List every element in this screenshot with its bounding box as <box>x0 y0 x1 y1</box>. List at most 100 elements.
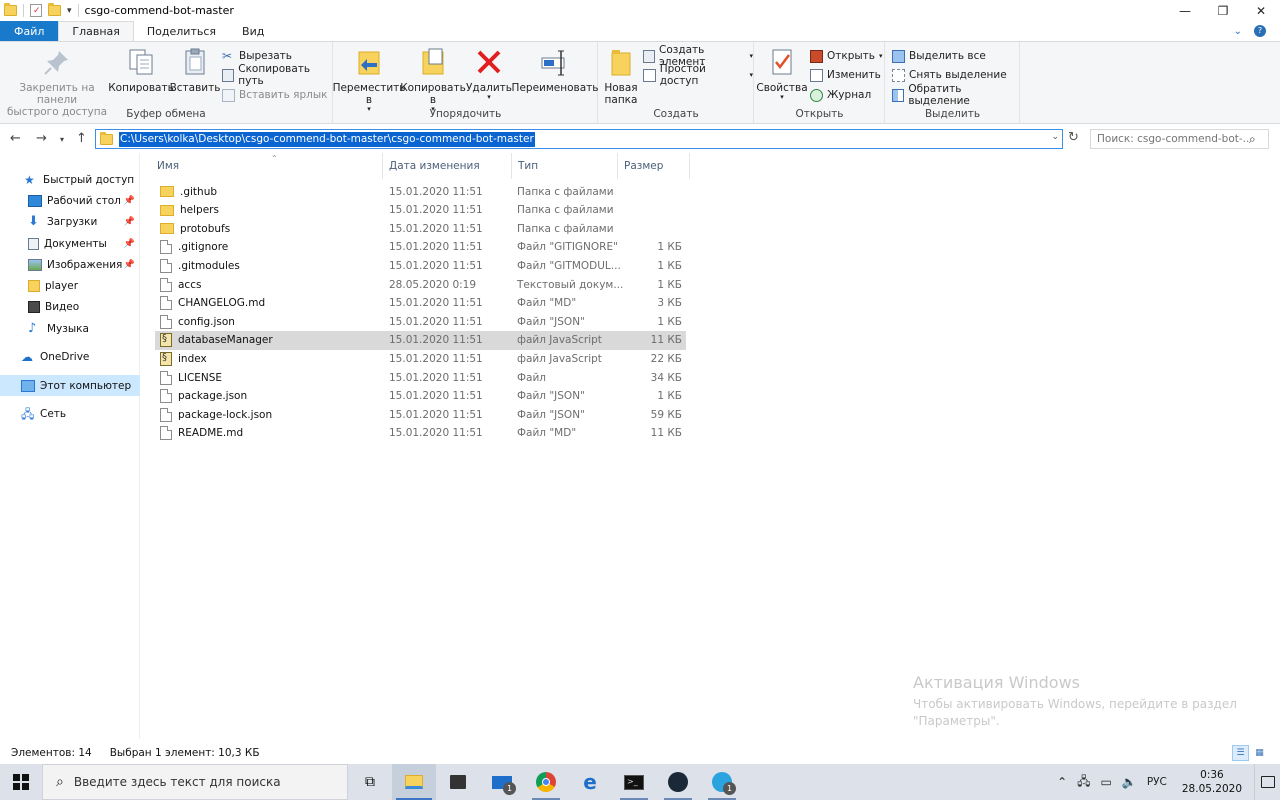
edit-button[interactable]: Изменить <box>810 66 881 84</box>
telegram-taskbar-icon[interactable]: 1 <box>700 764 744 800</box>
recent-locations-icon[interactable]: ▾ <box>60 135 64 144</box>
nav-item-player[interactable]: player <box>0 275 140 296</box>
large-icons-view-icon[interactable]: ▦ <box>1251 745 1268 761</box>
nav-item-desktop[interactable]: Рабочий стол 📌 <box>0 190 140 211</box>
select-none-button[interactable]: Снять выделение <box>892 66 1007 84</box>
history-button[interactable]: Журнал <box>810 86 871 104</box>
pin-icon[interactable]: 📌 <box>124 217 135 227</box>
address-bar[interactable]: C:\Users\kolka\Desktop\csgo-commend-bot-… <box>95 129 1063 149</box>
task-view-icon[interactable]: ⧉ <box>348 764 392 800</box>
search-input[interactable] <box>1091 133 1249 145</box>
file-row[interactable]: README.md 15.01.2020 11:51 Файл "MD" 11 КБ <box>155 424 686 443</box>
file-row[interactable]: .gitignore 15.01.2020 11:51 Файл "GITIGNOR… <box>155 238 686 257</box>
easy-access-button[interactable]: Простой доступ ▾ <box>643 63 753 87</box>
pin-icon[interactable]: 📌 <box>124 196 135 206</box>
up-arrow-icon[interactable]: ↑ <box>76 131 87 146</box>
customize-toolbar-icon[interactable]: ▾ <box>67 6 72 16</box>
back-arrow-icon[interactable]: ← <box>10 131 21 146</box>
file-row[interactable]: .gitmodules 15.01.2020 11:51 Файл "GITMODU… <box>155 256 686 275</box>
file-name: databaseManager <box>178 334 273 347</box>
chevron-down-icon[interactable]: ⌄ <box>1051 132 1059 142</box>
tab-view[interactable]: Вид <box>229 21 277 41</box>
file-row[interactable]: helpers 15.01.2020 11:51 Папка с файлами <box>155 201 686 220</box>
file-date: 28.05.2020 0:19 <box>389 278 477 291</box>
notification-center-icon[interactable] <box>1254 764 1280 800</box>
file-row[interactable]: .github 15.01.2020 11:51 Папка с файлами <box>155 182 686 201</box>
delete-dropdown-icon: ▾ <box>487 93 491 101</box>
start-button[interactable] <box>0 764 42 800</box>
copy-path-button[interactable]: Скопировать путь <box>222 63 332 87</box>
file-explorer-taskbar-icon[interactable] <box>392 764 436 800</box>
taskbar-search[interactable]: ⌕ Введите здесь текст для поиска <box>42 764 348 800</box>
nav-item-pictures[interactable]: Изображения 📌 <box>0 254 140 275</box>
file-row[interactable]: protobufs 15.01.2020 11:51 Папка с файлами <box>155 219 686 238</box>
new-folder-quick-icon[interactable] <box>48 3 61 16</box>
show-hidden-icons-icon[interactable]: ⌃ <box>1057 775 1067 789</box>
nav-item-this-pc[interactable]: Этот компьютер <box>0 375 140 396</box>
tab-share[interactable]: Поделиться <box>134 21 229 41</box>
move-to-button[interactable]: Переместить в ▾ <box>333 46 405 113</box>
paste-shortcut-button[interactable]: Вставить ярлык <box>222 86 328 104</box>
close-button[interactable]: ✕ <box>1242 0 1280 21</box>
clock[interactable]: 0:36 28.05.2020 <box>1182 768 1242 796</box>
copy-to-button[interactable]: Копировать в ▾ <box>400 46 466 113</box>
nav-item-videos[interactable]: Видео <box>0 296 140 317</box>
file-row[interactable]: CHANGELOG.md 15.01.2020 11:51 Файл "MD" 3 К… <box>155 294 686 313</box>
network-tray-icon[interactable]: 🖧 <box>1077 772 1090 793</box>
details-view-icon[interactable]: ☰ <box>1232 745 1249 761</box>
nav-item-onedrive[interactable]: ☁ OneDrive <box>0 346 140 367</box>
invert-selection-button[interactable]: Обратить выделение <box>892 83 1019 107</box>
language-indicator[interactable]: РУС <box>1147 776 1167 788</box>
pin-icon[interactable]: 📌 <box>124 239 135 249</box>
tab-home[interactable]: Главная <box>58 21 134 41</box>
rename-button[interactable]: Переименовать <box>512 46 598 94</box>
store-taskbar-icon[interactable] <box>436 764 480 800</box>
restore-button[interactable]: ❐ <box>1204 0 1242 21</box>
nav-item-music[interactable]: ♪ Музыка <box>0 318 140 339</box>
column-header-type[interactable]: Тип <box>512 153 618 179</box>
new-folder-button[interactable]: Новая папка <box>601 46 641 106</box>
search-box[interactable]: ⌕ <box>1090 129 1269 149</box>
column-header-date[interactable]: Дата изменения <box>383 153 512 179</box>
nav-item-downloads[interactable]: ⬇ Загрузки 📌 <box>0 211 140 232</box>
file-row[interactable]: accs 28.05.2020 0:19 Текстовый докум... 1 К… <box>155 275 686 294</box>
file-row[interactable]: config.json 15.01.2020 11:51 Файл "JSON" 1 … <box>155 312 686 331</box>
forward-arrow-icon[interactable]: → <box>36 131 47 146</box>
properties-button[interactable]: Свойства ▾ <box>756 46 808 101</box>
easy-access-icon <box>643 68 656 82</box>
pin-icon[interactable]: 📌 <box>124 260 135 270</box>
properties-quick-icon[interactable]: ✓ <box>30 4 42 17</box>
edge-taskbar-icon[interactable]: e <box>568 764 612 800</box>
tab-file[interactable]: Файл <box>0 21 59 41</box>
refresh-icon[interactable]: ↻ <box>1065 130 1082 148</box>
delete-button[interactable]: Удалить ▾ <box>464 46 514 101</box>
address-path[interactable]: C:\Users\kolka\Desktop\csgo-commend-bot-… <box>119 131 535 147</box>
volume-icon[interactable]: 🔈 <box>1122 775 1137 789</box>
nav-label: OneDrive <box>40 350 90 363</box>
paste-button[interactable]: Вставить <box>170 46 220 94</box>
column-header-name[interactable]: Имя ⌃ <box>151 153 383 179</box>
help-icon[interactable]: ? <box>1254 25 1266 37</box>
file-row[interactable]: LICENSE 15.01.2020 11:51 Файл 34 КБ <box>155 368 686 387</box>
file-row[interactable]: index 15.01.2020 11:51 файл JavaScript 22 К… <box>155 349 686 368</box>
nav-item-documents[interactable]: Документы 📌 <box>0 233 140 254</box>
display-tray-icon[interactable]: ▭ <box>1101 775 1112 789</box>
file-row[interactable]: package.json 15.01.2020 11:51 Файл "JSON" 1… <box>155 387 686 406</box>
steam-taskbar-icon[interactable] <box>656 764 700 800</box>
terminal-taskbar-icon[interactable]: >_ <box>612 764 656 800</box>
mail-taskbar-icon[interactable]: 1 <box>480 764 524 800</box>
file-row[interactable]: package-lock.json 15.01.2020 11:51 Файл "J… <box>155 405 686 424</box>
nav-label: Документы <box>44 237 107 250</box>
chrome-taskbar-icon[interactable] <box>524 764 568 800</box>
collapse-ribbon-icon[interactable]: ⌄ <box>1234 26 1242 37</box>
file-name: CHANGELOG.md <box>178 297 266 310</box>
file-date: 15.01.2020 11:51 <box>389 222 483 235</box>
nav-item-quick-access[interactable]: ★ Быстрый доступ <box>0 169 140 190</box>
minimize-button[interactable]: — <box>1166 0 1204 21</box>
select-all-button[interactable]: Выделить все <box>892 47 986 65</box>
file-row[interactable]: databaseManager 15.01.2020 11:51 файл Java… <box>155 330 686 350</box>
nav-item-network[interactable]: 🖧 Сеть <box>0 403 140 424</box>
copy-button[interactable]: Копировать <box>108 46 174 94</box>
column-header-size[interactable]: Размер <box>618 153 690 179</box>
open-button[interactable]: Открыть ▾ <box>810 47 883 65</box>
